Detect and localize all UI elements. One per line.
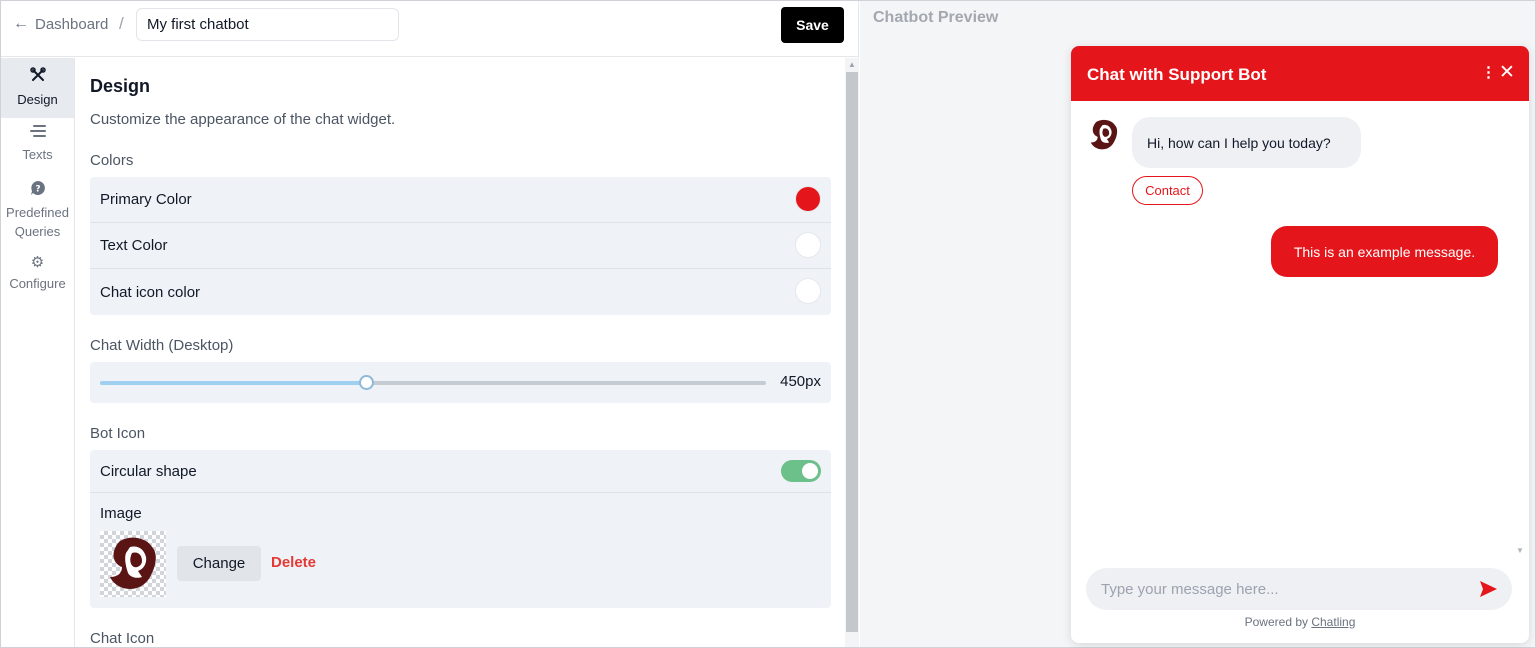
image-label: Image — [100, 505, 142, 522]
text-lines-icon — [29, 124, 46, 142]
sidebar-item-label: Texts — [22, 147, 53, 162]
sidebar-item-predefined-queries[interactable]: ? Predefined Queries — [1, 170, 74, 250]
change-image-button[interactable]: Change — [177, 546, 261, 581]
chat-widget: Chat with Support Bot ⋮ ✕ Hi, how can I … — [1071, 46, 1529, 643]
back-to-dashboard-link[interactable]: ← Dashboard — [13, 15, 108, 33]
slider-fill — [100, 381, 366, 385]
question-bubble-icon: ? — [30, 180, 46, 200]
section-description: Customize the appearance of the chat wid… — [90, 111, 396, 128]
arrow-left-icon: ← — [13, 15, 29, 32]
breadcrumb-separator: / — [119, 14, 124, 33]
lion-logo-icon — [1090, 119, 1118, 150]
chat-icon-color-swatch[interactable] — [795, 278, 821, 304]
top-bar: ← Dashboard / Save — [1, 1, 859, 57]
send-icon[interactable] — [1479, 580, 1498, 598]
chat-widget-title: Chat with Support Bot — [1087, 65, 1267, 84]
user-message-bubble: This is an example message. — [1271, 226, 1498, 277]
save-button[interactable]: Save — [781, 7, 844, 43]
bot-icon-panel: Circular shape Image Change Delete — [90, 450, 831, 608]
preview-title: Chatbot Preview — [873, 9, 999, 26]
editor-pane: ← Dashboard / Save Design Texts ? Predef… — [1, 1, 859, 647]
chat-width-panel: 450px — [90, 362, 831, 403]
powered-by: Powered by Chatling — [1071, 615, 1529, 629]
color-label: Chat icon color — [100, 283, 201, 301]
primary-color-row[interactable]: Primary Color — [90, 177, 831, 223]
back-label: Dashboard — [35, 15, 109, 33]
bot-message-bubble: Hi, how can I help you today? — [1132, 117, 1361, 168]
primary-color-swatch[interactable] — [795, 186, 821, 212]
toggle-knob — [802, 463, 818, 479]
colors-heading: Colors — [90, 152, 134, 169]
powered-prefix: Powered by — [1244, 615, 1308, 629]
scrollbar-thumb[interactable] — [846, 72, 858, 632]
side-nav: Design Texts ? Predefined Queries ⚙ Conf… — [1, 58, 75, 647]
message-input-wrapper — [1086, 568, 1512, 610]
sidebar-item-design[interactable]: Design — [1, 58, 74, 118]
text-color-row[interactable]: Text Color — [90, 223, 831, 269]
circular-shape-row: Circular shape — [90, 450, 831, 493]
contact-button[interactable]: Contact — [1132, 176, 1203, 205]
chat-widget-header: Chat with Support Bot ⋮ ✕ — [1071, 46, 1529, 101]
chat-width-value: 450px — [780, 373, 821, 390]
colors-panel: Primary Color Text Color Chat icon color — [90, 177, 831, 315]
sidebar-item-configure[interactable]: ⚙ Configure — [1, 250, 74, 298]
section-title: Design — [90, 76, 151, 96]
sidebar-item-label: Design — [17, 92, 58, 107]
chat-width-heading: Chat Width (Desktop) — [90, 337, 234, 354]
bot-image-preview — [100, 531, 166, 597]
circular-shape-label: Circular shape — [100, 462, 197, 480]
chat-width-slider[interactable] — [100, 375, 766, 390]
bot-avatar — [1085, 116, 1123, 154]
color-label: Text Color — [100, 237, 168, 254]
sidebar-item-label: Configure — [9, 276, 66, 291]
close-icon[interactable]: ✕ — [1499, 61, 1515, 84]
sidebar-item-label: Predefined Queries — [6, 204, 69, 239]
image-section: Image Change Delete — [90, 493, 831, 608]
editor-scrollbar[interactable]: ▲ — [845, 58, 859, 647]
more-options-icon[interactable]: ⋮ — [1481, 63, 1496, 81]
sidebar-item-texts[interactable]: Texts — [1, 118, 74, 170]
preview-pane: Chatbot Preview Chat with Support Bot ⋮ … — [860, 1, 1535, 647]
chatling-link[interactable]: Chatling — [1311, 615, 1355, 629]
circular-shape-toggle[interactable] — [781, 460, 821, 482]
chatbot-name-input[interactable] — [136, 8, 399, 41]
svg-text:?: ? — [35, 184, 40, 194]
lion-logo-icon — [110, 537, 156, 589]
gear-icon: ⚙ — [30, 254, 45, 271]
message-input[interactable] — [1086, 568, 1466, 610]
scroll-down-icon[interactable]: ▼ — [1516, 546, 1524, 555]
scroll-up-icon[interactable]: ▲ — [848, 60, 856, 69]
delete-image-button[interactable]: Delete — [271, 554, 316, 571]
slider-handle[interactable] — [359, 375, 374, 390]
chat-icon-heading: Chat Icon — [90, 630, 155, 647]
design-tools-icon — [29, 67, 46, 87]
color-label: Primary Color — [100, 191, 192, 208]
design-settings: Design Customize the appearance of the c… — [76, 58, 845, 647]
chat-icon-color-row[interactable]: Chat icon color — [90, 269, 831, 315]
bot-icon-heading: Bot Icon — [90, 425, 146, 442]
text-color-swatch[interactable] — [795, 232, 821, 258]
